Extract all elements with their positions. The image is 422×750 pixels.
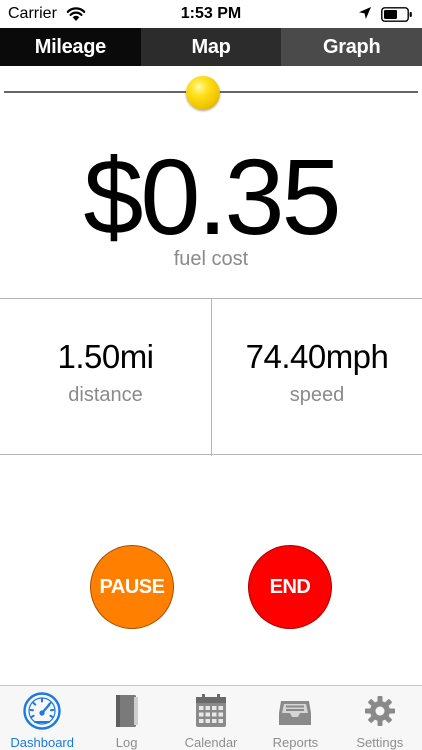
tabbar-label: Log (115, 735, 138, 750)
gear-icon (364, 696, 395, 726)
tab-bar: Dashboard Log Calendar Reports Settings (0, 685, 422, 750)
tabbar-item-reports[interactable]: Reports (253, 686, 337, 750)
inbox-tray-icon (279, 701, 312, 725)
tabbar-item-dashboard[interactable]: Dashboard (0, 686, 84, 750)
end-button[interactable]: END (248, 545, 332, 629)
fuel-cost-label: fuel cost (173, 248, 249, 270)
pause-button[interactable]: PAUSE (90, 545, 174, 629)
speed-value: 74.40mph (245, 338, 389, 375)
tab-map[interactable]: Map (140, 28, 282, 66)
progress-slider[interactable] (4, 76, 418, 110)
distance-value: 1.50mi (57, 338, 154, 375)
fuel-cost-value: $0.35 (83, 136, 341, 257)
speed-label: speed (289, 384, 345, 406)
tabbar-label: Calendar (184, 735, 238, 750)
divider-vertical (211, 298, 212, 456)
tabbar-item-log[interactable]: Log (84, 686, 168, 750)
tabbar-item-settings[interactable]: Settings (338, 686, 422, 750)
tabbar-label: Dashboard (10, 735, 74, 750)
tabbar-item-calendar[interactable]: Calendar (169, 686, 253, 750)
tab-graph[interactable]: Graph (281, 28, 422, 66)
battery-icon (381, 7, 412, 22)
dashboard-icon (23, 692, 61, 730)
slider-thumb[interactable] (186, 76, 220, 110)
location-arrow-icon (359, 7, 371, 19)
status-bar: Carrier 1:53 PM (0, 0, 422, 28)
tabbar-label: Reports (272, 735, 319, 750)
calendar-icon (196, 694, 227, 727)
tab-mileage[interactable]: Mileage (0, 28, 141, 66)
book-icon (115, 695, 138, 727)
divider-bottom (0, 454, 422, 455)
distance-label: distance (68, 384, 143, 406)
segmented-tabs: Mileage Map Graph (0, 28, 422, 66)
tabbar-label: Settings (356, 735, 404, 750)
